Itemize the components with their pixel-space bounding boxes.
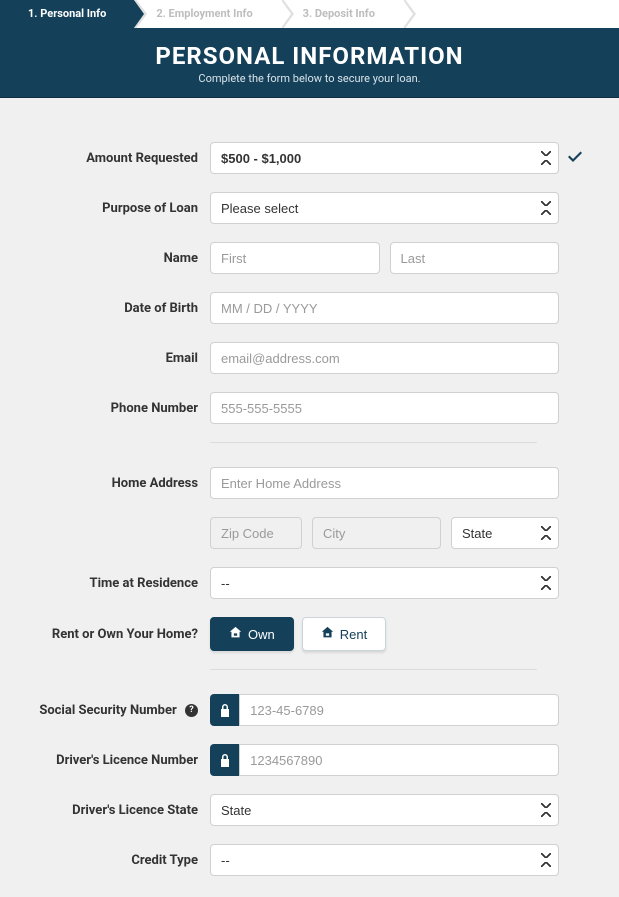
email-input[interactable] — [210, 342, 559, 374]
zip-input[interactable] — [210, 517, 302, 549]
step-personal-info[interactable]: 1. Personal Info — [0, 0, 134, 28]
rent-label: Rent — [340, 627, 367, 642]
time-residence-label: Time at Residence — [28, 576, 210, 591]
own-button[interactable]: Own — [210, 617, 294, 651]
page-subtitle: Complete the form below to secure your l… — [0, 72, 619, 85]
purpose-select[interactable]: Please select — [210, 192, 559, 224]
own-label: Own — [248, 627, 275, 642]
section-divider — [210, 669, 537, 670]
purpose-label: Purpose of Loan — [28, 201, 210, 216]
credit-type-select[interactable]: -- — [210, 844, 559, 876]
form-header: PERSONAL INFORMATION Complete the form b… — [0, 28, 619, 98]
dl-number-input[interactable] — [239, 744, 559, 776]
form-area: Amount Requested $500 - $1,000 Purpose o… — [0, 98, 619, 876]
step-deposit-info[interactable]: 3. Deposit Info — [281, 0, 403, 28]
home-icon — [321, 626, 334, 642]
email-label: Email — [28, 351, 210, 366]
phone-input[interactable] — [210, 392, 559, 424]
dl-number-label: Driver's Licence Number — [28, 753, 210, 768]
address-label: Home Address — [28, 476, 210, 491]
dob-label: Date of Birth — [28, 301, 210, 316]
state-select[interactable]: State — [451, 517, 559, 549]
rent-button[interactable]: Rent — [302, 617, 386, 651]
address-input[interactable] — [210, 467, 559, 499]
rent-own-label: Rent or Own Your Home? — [28, 627, 210, 642]
dl-state-select[interactable]: State — [210, 794, 559, 826]
step-employment-info[interactable]: 2. Employment Info — [134, 0, 280, 28]
credit-type-label: Credit Type — [28, 853, 210, 868]
lock-icon — [210, 694, 239, 726]
section-divider — [210, 442, 537, 443]
dl-state-label: Driver's Licence State — [28, 803, 210, 818]
check-icon — [567, 149, 583, 168]
amount-requested-label: Amount Requested — [28, 151, 210, 166]
dob-input[interactable] — [210, 292, 559, 324]
city-input[interactable] — [312, 517, 441, 549]
amount-requested-select[interactable]: $500 - $1,000 — [210, 142, 559, 174]
ssn-label: Social Security Number ? — [28, 703, 210, 718]
first-name-input[interactable] — [210, 242, 380, 274]
help-icon[interactable]: ? — [185, 704, 198, 717]
page-title: PERSONAL INFORMATION — [0, 42, 619, 70]
home-icon — [229, 626, 242, 642]
phone-label: Phone Number — [28, 401, 210, 416]
progress-steps: 1. Personal Info 2. Employment Info 3. D… — [0, 0, 619, 28]
time-residence-select[interactable]: -- — [210, 567, 559, 599]
ssn-input[interactable] — [239, 694, 559, 726]
last-name-input[interactable] — [390, 242, 560, 274]
name-label: Name — [28, 251, 210, 266]
lock-icon — [210, 744, 239, 776]
